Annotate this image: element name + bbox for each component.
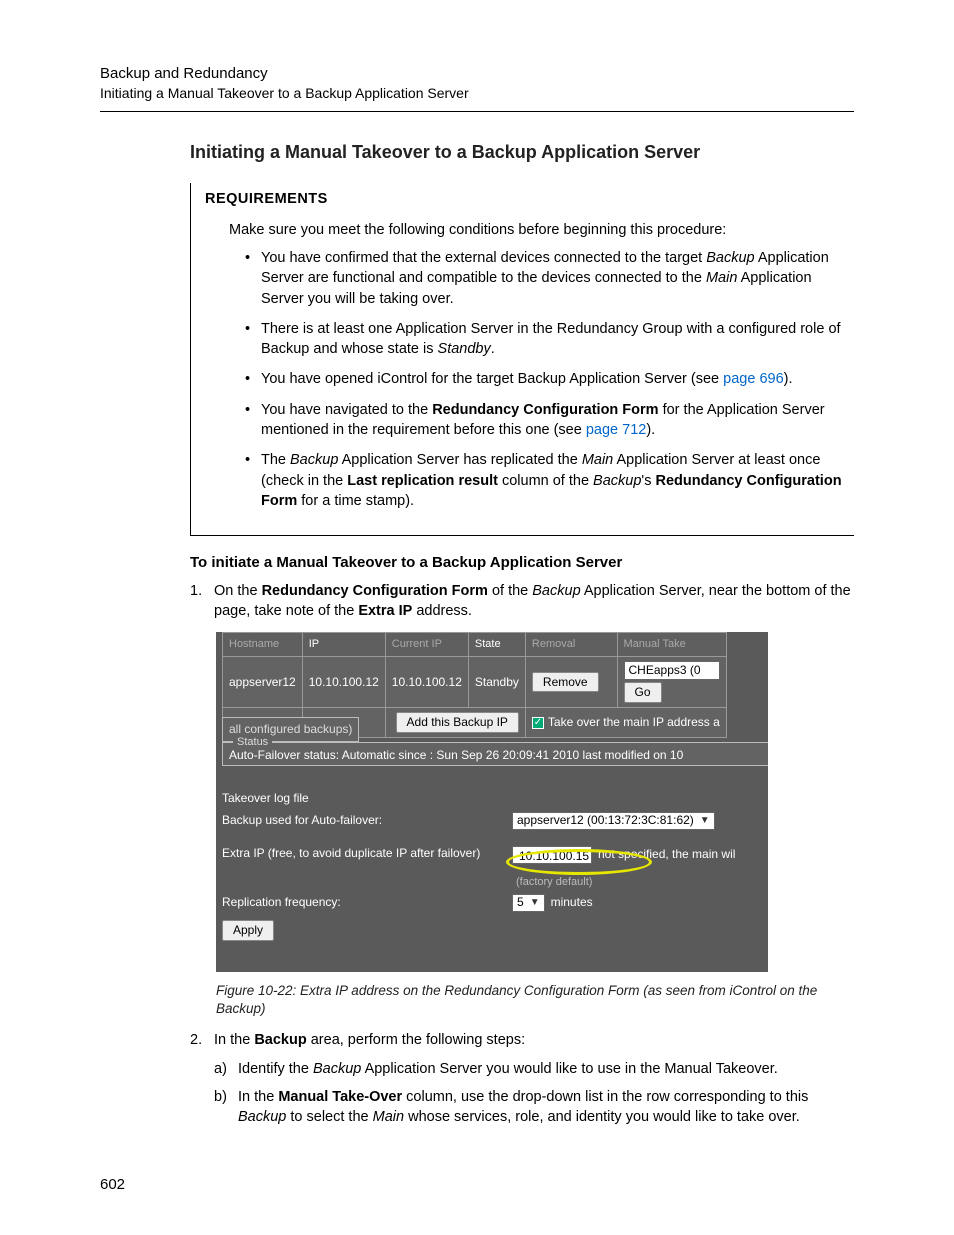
step-2: 2. In the Backup area, perform the follo… [190,1030,854,1135]
col-currentip: Current IP [385,632,468,656]
header-rule [100,111,854,112]
factory-default-label: (factory default) [516,875,592,890]
row-logfile: Takeover log file [222,790,768,807]
link-page-712[interactable]: page 712 [586,422,646,438]
section-title: Initiating a Manual Takeover to a Backup… [190,140,854,165]
col-hostname: Hostname [223,632,303,656]
header-line1: Backup and Redundancy [100,64,854,84]
running-header: Backup and Redundancy Initiating a Manua… [100,64,854,103]
requirements-intro: Make sure you meet the following conditi… [229,220,844,240]
chevron-down-icon: ▼ [700,814,710,828]
status-legend: Status [233,735,272,750]
req-item: You have navigated to the Redundancy Con… [245,400,844,441]
go-button[interactable]: Go [624,682,662,703]
col-ip: IP [302,632,385,656]
procedure-subhead: To initiate a Manual Takeover to a Backu… [190,552,854,573]
manual-takeover-select[interactable]: CHEapps3 (0 [624,661,720,680]
row-extra-ip: Extra IP (free, to avoid duplicate IP af… [222,846,768,864]
step-1: 1. On the Redundancy Configuration Form … [190,581,854,622]
table-row: appserver12 10.10.100.12 10.10.100.12 St… [223,657,727,708]
req-item: You have opened iControl for the target … [245,369,844,389]
col-state: State [468,632,525,656]
add-backup-button[interactable]: Add this Backup IP [396,712,519,733]
substep-b: b) In the Manual Take-Over column, use t… [214,1087,854,1128]
chevron-down-icon: ▼ [530,896,540,910]
takeover-checkbox[interactable]: ✓ [532,717,544,729]
col-removal: Removal [525,632,617,656]
page-number: 602 [100,1174,125,1195]
row-backup-used: Backup used for Auto-failover: appserver… [222,812,768,830]
figure-screenshot: Hostname IP Current IP State Removal Man… [216,632,768,972]
header-line2: Initiating a Manual Takeover to a Backup… [100,84,854,103]
status-box: Status Auto-Failover status: Automatic s… [222,742,768,766]
apply-button[interactable]: Apply [222,920,274,941]
remove-button[interactable]: Remove [532,672,599,693]
link-page-696[interactable]: page 696 [723,371,783,387]
figure-caption: Figure 10-22: Extra IP address on the Re… [216,982,854,1018]
status-text: Auto-Failover status: Automatic since : … [223,747,768,764]
substep-list: a) Identify the Backup Application Serve… [214,1059,854,1128]
req-item: You have confirmed that the external dev… [245,248,844,309]
extra-ip-input[interactable]: 10.10.100.15 [512,846,592,864]
col-manual: Manual Take [617,632,726,656]
req-item: There is at least one Application Server… [245,319,844,360]
step-list: 1. On the Redundancy Configuration Form … [190,581,854,622]
backup-used-select[interactable]: appserver12 (00:13:72:3C:81:62)▼ [512,812,715,830]
replication-select[interactable]: 5▼ [512,894,545,912]
requirements-list: You have confirmed that the external dev… [245,248,844,511]
step-list-2: 2. In the Backup area, perform the follo… [190,1030,854,1135]
requirements-heading: REQUIREMENTS [205,189,844,209]
substep-a: a) Identify the Backup Application Serve… [214,1059,854,1079]
row-replication: Replication frequency: 5▼ minutes [222,894,768,912]
requirements-box: REQUIREMENTS Make sure you meet the foll… [190,183,854,536]
req-item: The Backup Application Server has replic… [245,450,844,511]
